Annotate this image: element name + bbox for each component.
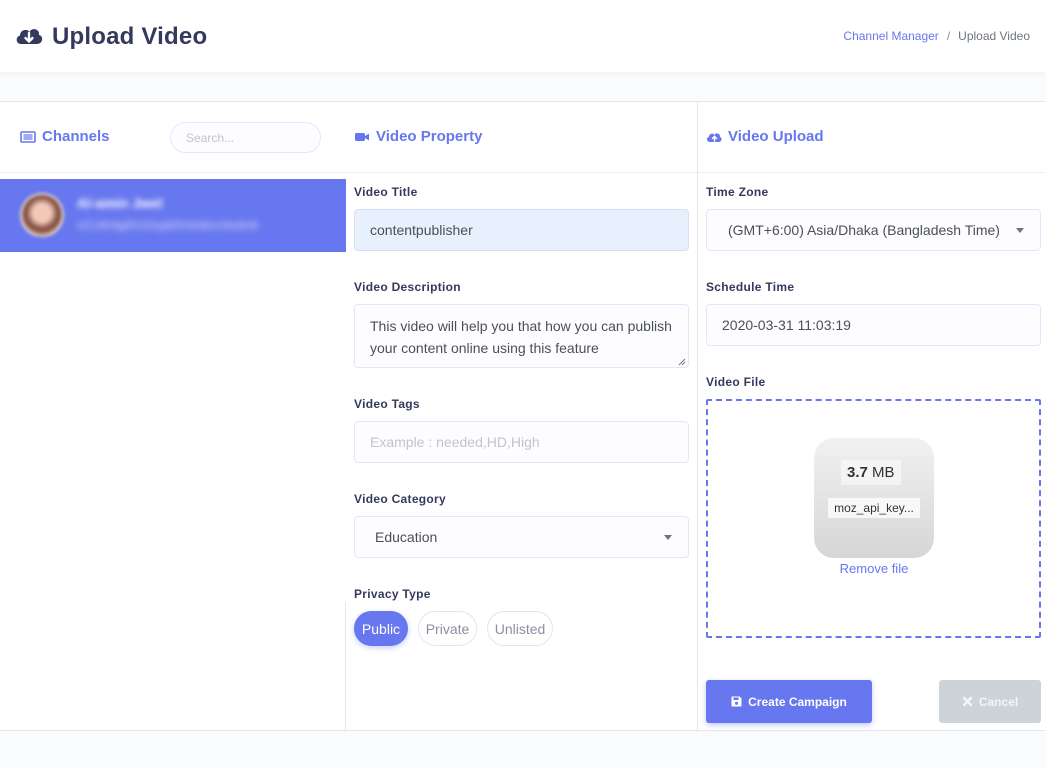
- create-campaign-label: Create Campaign: [748, 694, 847, 709]
- time-zone-label: Time Zone: [706, 185, 769, 199]
- file-size-unit: MB: [872, 464, 895, 481]
- cancel-button[interactable]: Cancel: [939, 680, 1041, 723]
- video-file-label: Video File: [706, 375, 766, 389]
- cloud-upload-icon: [707, 132, 722, 142]
- video-category-value: Education: [375, 529, 438, 545]
- breadcrumb-channel-manager[interactable]: Channel Manager: [843, 29, 938, 43]
- privacy-type-label: Privacy Type: [354, 587, 431, 601]
- video-property-title: Video Property: [376, 128, 483, 145]
- video-title-label: Video Title: [354, 185, 418, 199]
- video-category-select[interactable]: Education: [354, 516, 689, 558]
- file-preview: 3.7 MB moz_api_key...: [814, 438, 934, 558]
- breadcrumb-separator: /: [946, 29, 951, 43]
- list-icon: [20, 130, 36, 143]
- page-title-text: Upload Video: [52, 23, 208, 50]
- time-zone-select[interactable]: (GMT+6:00) Asia/Dhaka (Bangladesh Time): [706, 209, 1041, 251]
- video-file-dropzone[interactable]: 3.7 MB moz_api_key... Remove file: [706, 399, 1041, 638]
- divider: [0, 172, 345, 173]
- video-upload-section-title: Video Upload: [706, 128, 824, 145]
- chevron-down-icon: [1016, 228, 1024, 233]
- channel-list-item[interactable]: Al-amin Jwel UCxRr8gRVSGgW5OKBmnNx8n8: [0, 179, 346, 252]
- cancel-label: Cancel: [978, 694, 1019, 709]
- column-divider: [697, 102, 698, 732]
- video-description-label: Video Description: [354, 280, 461, 294]
- video-upload-title: Video Upload: [728, 128, 824, 145]
- video-description-textarea[interactable]: This video will help you that how you ca…: [354, 304, 689, 368]
- privacy-public-option[interactable]: Public: [354, 611, 408, 646]
- file-name: moz_api_key...: [828, 498, 920, 518]
- resize-grip-icon[interactable]: [678, 358, 686, 366]
- remove-file-link[interactable]: Remove file: [814, 561, 934, 576]
- file-size: 3.7 MB: [841, 460, 901, 485]
- time-zone-value: (GMT+6:00) Asia/Dhaka (Bangladesh Time): [728, 222, 1000, 238]
- avatar: [20, 193, 64, 237]
- save-icon: [731, 696, 742, 707]
- cloud-download-icon: [16, 29, 43, 44]
- upload-card: Channels Al-amin Jwel UCxRr8gRVSGgW5OKBm…: [0, 101, 1046, 732]
- page-header: Upload Video Channel Manager / Upload Vi…: [0, 0, 1046, 72]
- breadcrumb: Channel Manager / Upload Video: [843, 29, 1030, 43]
- column-divider: [345, 602, 346, 732]
- channel-name: Al-amin Jwel: [77, 195, 163, 211]
- video-tags-input[interactable]: Example : needed,HD,High: [354, 421, 689, 463]
- video-tags-placeholder: Example : needed,HD,High: [370, 434, 540, 450]
- privacy-unlisted-option[interactable]: Unlisted: [487, 611, 553, 646]
- privacy-private-option[interactable]: Private: [418, 611, 477, 646]
- page-title: Upload Video: [14, 22, 207, 52]
- video-title-input[interactable]: contentpublisher: [354, 209, 689, 251]
- file-size-number: 3.7: [847, 464, 868, 481]
- video-category-label: Video Category: [354, 492, 447, 506]
- channels-title: Channels: [42, 128, 110, 145]
- video-tags-label: Video Tags: [354, 397, 420, 411]
- divider: [346, 172, 697, 173]
- divider: [698, 172, 1046, 173]
- chevron-down-icon: [664, 535, 672, 540]
- channels-section-title: Channels: [20, 128, 110, 145]
- video-camera-icon: [355, 132, 369, 141]
- channel-search-input[interactable]: [170, 122, 321, 153]
- channel-id: UCxRr8gRVSGgW5OKBmnNx8n8: [77, 220, 259, 232]
- breadcrumb-current: Upload Video: [958, 29, 1030, 43]
- video-property-section-title: Video Property: [354, 128, 482, 145]
- close-icon: [962, 696, 973, 707]
- schedule-time-label: Schedule Time: [706, 280, 795, 294]
- create-campaign-button[interactable]: Create Campaign: [706, 680, 872, 723]
- schedule-time-input[interactable]: 2020-03-31 11:03:19: [706, 304, 1041, 346]
